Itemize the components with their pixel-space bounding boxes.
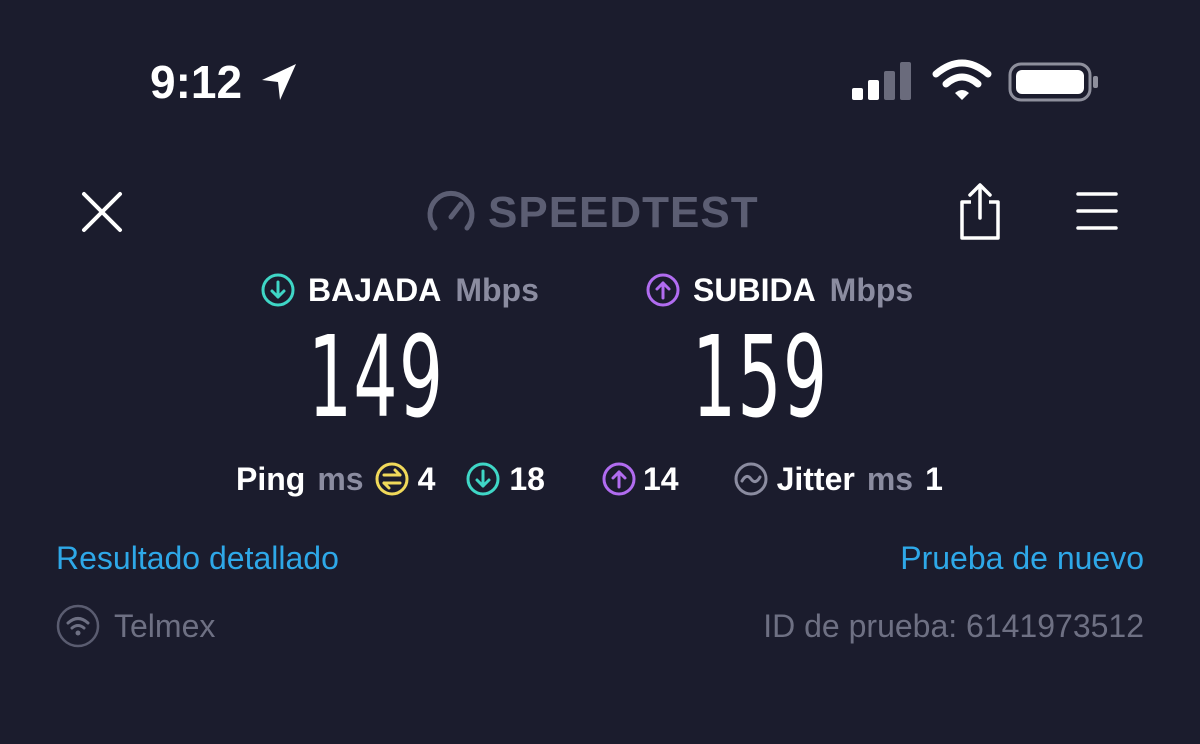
wifi-icon bbox=[932, 59, 992, 100]
jitter-value: 1 bbox=[925, 460, 943, 497]
idle-latency-icon bbox=[375, 462, 409, 496]
upload-arrow-icon bbox=[646, 273, 680, 307]
detailed-result-link[interactable]: Resultado detallado bbox=[56, 540, 339, 577]
upload-unit: Mbps bbox=[829, 271, 914, 308]
isp-name: Telmex bbox=[114, 607, 216, 644]
ping-label: Ping bbox=[236, 460, 306, 497]
download-latency-icon bbox=[466, 462, 500, 496]
latency-row: Ping ms 4 18 14 Jitter ms 1 bbox=[236, 458, 943, 500]
jitter-unit: ms bbox=[866, 460, 914, 497]
ping-upload-value: 14 bbox=[642, 460, 679, 497]
test-id: ID de prueba: 6141973512 bbox=[763, 608, 1144, 644]
upload-header: SUBIDA Mbps bbox=[645, 270, 913, 310]
ping-download-value: 18 bbox=[509, 460, 545, 497]
status-time: 9:12 bbox=[150, 56, 243, 108]
share-button[interactable] bbox=[954, 180, 1006, 242]
location-arrow-icon bbox=[262, 64, 296, 100]
wifi-provider-icon bbox=[56, 604, 100, 648]
jitter-label: Jitter bbox=[776, 460, 855, 497]
ping-idle-value: 4 bbox=[417, 460, 436, 497]
isp-info: Telmex bbox=[56, 604, 215, 648]
logo-text: SPEEDTEST bbox=[488, 188, 759, 237]
battery-icon bbox=[1008, 62, 1098, 102]
ping-unit: ms bbox=[317, 460, 364, 497]
upload-label: SUBIDA bbox=[693, 271, 816, 308]
download-header: BAJADA Mbps bbox=[260, 270, 539, 310]
download-label: BAJADA bbox=[308, 271, 442, 308]
cellular-signal-icon bbox=[852, 62, 911, 100]
upload-speed-value: 159 bbox=[692, 313, 829, 443]
download-arrow-icon bbox=[261, 273, 295, 307]
close-button[interactable] bbox=[74, 184, 130, 240]
upload-latency-icon bbox=[602, 462, 636, 496]
jitter-wave-icon bbox=[734, 462, 768, 496]
download-speed-value: 149 bbox=[308, 313, 445, 443]
speedtest-result-screen: 9:12 SPEEDTEST BAJADA Mbps SUBIDA Mbps 1… bbox=[0, 0, 1200, 744]
speedtest-logo: SPEEDTEST bbox=[426, 186, 759, 240]
test-again-link[interactable]: Prueba de nuevo bbox=[900, 540, 1144, 577]
hamburger-menu-button[interactable] bbox=[1070, 186, 1124, 236]
speedometer-icon bbox=[427, 190, 475, 231]
download-unit: Mbps bbox=[455, 271, 539, 308]
